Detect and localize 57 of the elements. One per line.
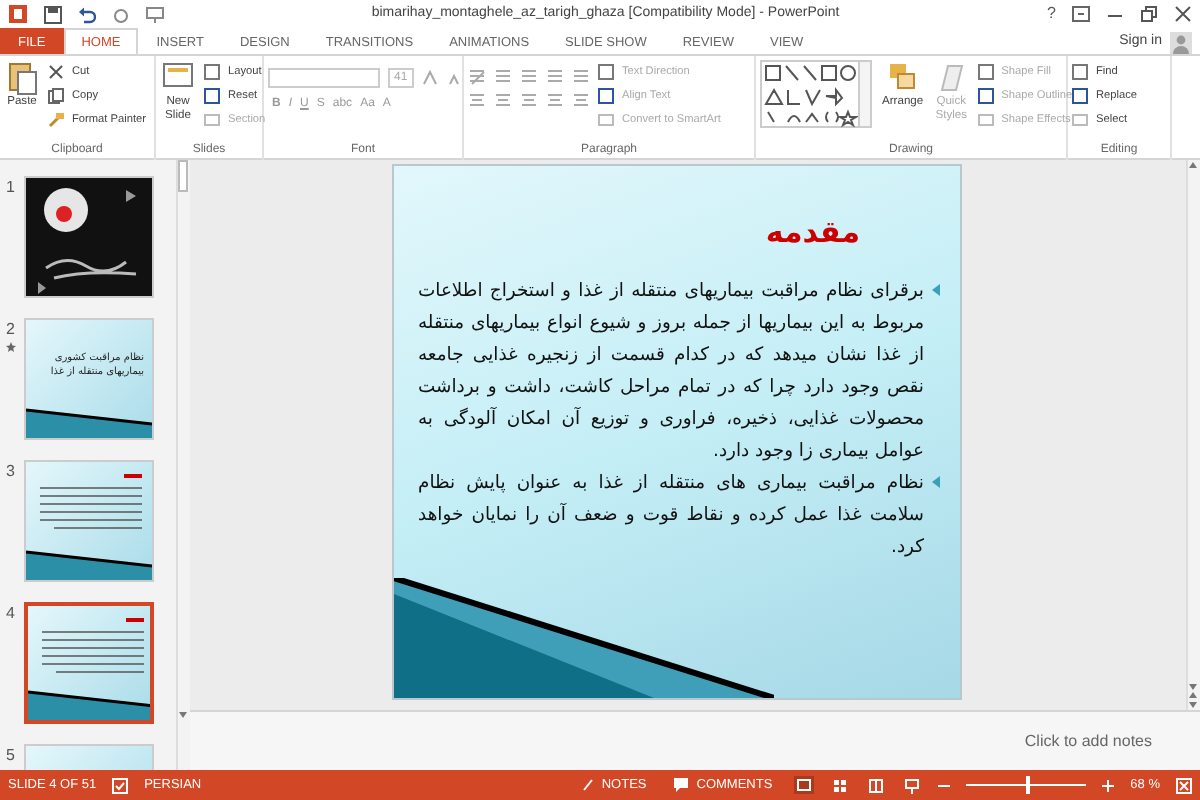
app-logo-icon (8, 4, 28, 24)
line-spacing-icon[interactable] (572, 68, 590, 84)
scroll-down-icon[interactable] (178, 710, 188, 720)
decrease-indent-icon[interactable] (520, 68, 538, 84)
clipboard-icon[interactable] (6, 60, 38, 96)
scroll-up-icon[interactable] (1188, 160, 1198, 170)
spelling-check-icon[interactable] (112, 777, 129, 793)
page-scroll-icon[interactable] (1188, 682, 1198, 710)
columns-icon[interactable] (572, 92, 590, 108)
bullet-icon (932, 283, 940, 295)
scissors-icon[interactable] (48, 64, 64, 80)
zoom-in-icon[interactable] (1102, 779, 1115, 791)
brush-icon[interactable] (48, 112, 64, 128)
slide-heading: مقدمه (765, 212, 860, 254)
presentation-icon[interactable] (146, 5, 164, 23)
slideshow-view-icon[interactable] (902, 776, 923, 794)
slide-thumbnail[interactable] (24, 460, 154, 582)
align-right-icon[interactable] (520, 92, 538, 108)
center-icon[interactable] (494, 92, 512, 108)
slide-number: 5 (6, 744, 17, 768)
square-icon[interactable] (204, 64, 220, 80)
speech-bubble-icon[interactable] (674, 778, 689, 792)
justify-icon[interactable] (546, 92, 564, 108)
reading-view-icon[interactable] (866, 776, 887, 794)
undo-icon[interactable] (78, 5, 96, 23)
restore-icon[interactable] (1140, 6, 1158, 22)
grow-font-icon[interactable] (421, 70, 438, 86)
slide-thumbnail[interactable] (24, 602, 154, 724)
slide-thumbnail[interactable] (24, 176, 154, 298)
scrollbar-thumb-icon[interactable] (178, 160, 188, 192)
close-icon[interactable] (1174, 6, 1192, 22)
square-icon[interactable] (204, 88, 220, 104)
ribbon-display-icon[interactable] (1072, 6, 1090, 22)
bullet-text: نظام مراقبت بیماری های منتقله از غذا به عنوان پایش نظام سلامت غذا عمل کرده و نقاط قوت و ضعف آن را نمایان خواهد کرد. (418, 469, 924, 561)
font-name-field[interactable] (268, 68, 380, 88)
slide-number: 2 (6, 318, 17, 342)
shapes-gallery-drawing[interactable] (760, 60, 872, 128)
slide-number: 3 (6, 460, 17, 484)
copy-icon[interactable] (48, 88, 64, 104)
fit-to-window-icon[interactable] (1176, 777, 1192, 793)
slide-number: 4 (6, 602, 17, 626)
sorter-view-icon[interactable] (830, 776, 851, 794)
bullet-text: برقرای نظام مراقبت بیماریهای منتقله از غذا و استخراج اطلاعات مربوط به این بیماریها از جمله بروز و شیوع انواع بیماریهای منتقله از غذا نشان میدهد که در کدام قسمت از زنجیره غذایی جامعه نقص وجود دارد چرا که در تمام مراحل کاشت، داشت و برداشت محصولات غذایی، ذخیره، فراوری و توزیع آن امکان آلودگی به عوامل بیماری زا وجود دارد. (418, 277, 924, 465)
square-icon[interactable] (1072, 88, 1088, 104)
align-left-icon[interactable] (468, 92, 486, 108)
slide-number: 1 (6, 176, 17, 200)
increase-indent-icon[interactable] (546, 68, 564, 84)
zoom-slider-thumb[interactable] (1026, 776, 1031, 794)
normal-view-icon[interactable] (794, 776, 815, 794)
help-button[interactable]: ? (1047, 2, 1056, 26)
numbering-icon[interactable] (494, 68, 512, 84)
square-icon[interactable] (1072, 64, 1088, 80)
shrink-font-icon[interactable] (445, 70, 462, 86)
zoom-out-icon[interactable] (938, 779, 951, 791)
notes-placeholder[interactable]: Click to add notes (1024, 729, 1152, 753)
save-icon[interactable] (44, 5, 62, 23)
bullet-icon (932, 475, 940, 487)
